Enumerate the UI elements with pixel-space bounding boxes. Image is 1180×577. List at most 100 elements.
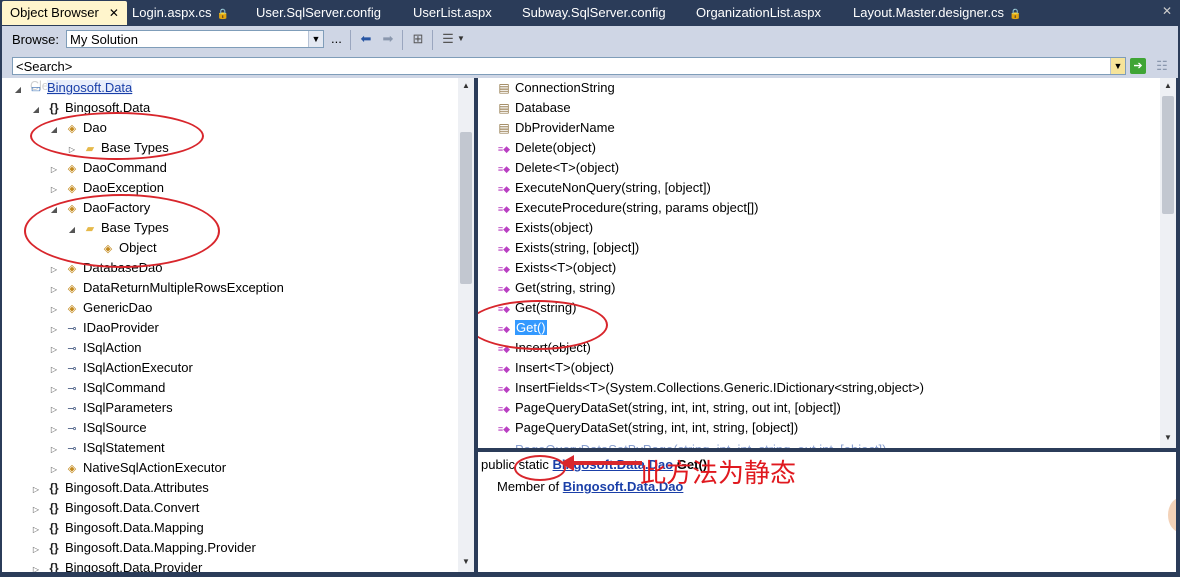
member-item[interactable]: ≡◆ InsertFields<T>(System.Collections.Gen…	[496, 378, 924, 398]
tree-item[interactable]: ▷ ⊸ ISqlSource	[48, 418, 147, 438]
member-item-label: ExecuteProcedure(string, params object[]…	[515, 200, 759, 215]
member-item[interactable]: ≡◆ PageQueryDataSet(string, int, int, str…	[496, 418, 798, 438]
search-go-icon[interactable]: ➔	[1130, 58, 1146, 74]
property-icon: ▤	[498, 121, 510, 135]
tree-item[interactable]: ▷ ⊸ IDaoProvider	[48, 318, 159, 338]
tree-item[interactable]: ▷ {} Bingosoft.Data.Mapping	[30, 518, 204, 538]
member-item[interactable]: ≡◆ ExecuteNonQuery(string, [object])	[496, 178, 711, 198]
tree-item[interactable]: ▷ ⊸ ISqlStatement	[48, 438, 165, 458]
tree-item-label: ISqlAction	[83, 340, 142, 355]
collapsed-triangle-icon[interactable]: ▷	[30, 560, 42, 572]
toolbar-separator	[402, 30, 403, 50]
chevron-down-icon[interactable]: ▼	[456, 31, 466, 47]
search-bar: <Search> ▼ ➔ ☷	[2, 54, 1178, 78]
member-item[interactable]: ≡◆ ExecuteProcedure(string, params object…	[496, 198, 759, 218]
method-icon: ≡◆	[497, 424, 511, 434]
tree-item[interactable]: ▷ ◈ DataReturnMultipleRowsException	[48, 278, 284, 298]
collapsed-triangle-icon[interactable]: ▷	[30, 480, 42, 500]
scrollbar-thumb[interactable]	[460, 132, 472, 284]
tree-scrollbar[interactable]: ▲ ▼	[458, 78, 474, 572]
namespace-icon: {}	[49, 561, 59, 572]
member-item-label: Delete(object)	[515, 140, 596, 155]
tree-item[interactable]: ▷ ◈ GenericDao	[48, 298, 152, 318]
tree-item[interactable]: ▷ {} Bingosoft.Data.Provider	[30, 558, 202, 572]
tree-item[interactable]: ▷ ◈ NativeSqlActionExecutor	[48, 458, 226, 478]
tree-item-label: DataReturnMultipleRowsException	[83, 280, 284, 295]
collapsed-triangle-icon[interactable]: ▷	[48, 320, 60, 340]
member-item-label: ConnectionString	[515, 80, 615, 95]
tree-item[interactable]: ▷ ⊸ ISqlCommand	[48, 378, 165, 398]
member-item[interactable]: ≡◆ Get(string, string)	[496, 278, 616, 298]
method-icon: ≡◆	[497, 364, 511, 374]
forward-arrow-icon[interactable]: ➡	[380, 31, 396, 47]
member-item[interactable]: ▤ Database	[496, 98, 570, 118]
collapsed-triangle-icon[interactable]: ▷	[48, 420, 60, 440]
collapsed-triangle-icon[interactable]: ▷	[48, 280, 60, 300]
back-arrow-icon[interactable]: ⬅	[358, 31, 374, 47]
scroll-up-icon[interactable]: ▲	[458, 78, 474, 94]
member-item[interactable]: ≡◆ PageQueryDataSet(string, int, int, str…	[496, 398, 841, 418]
namespace-icon: {}	[49, 501, 59, 515]
collapsed-triangle-icon[interactable]: ▷	[48, 260, 60, 280]
browse-ellipsis-button[interactable]: ...	[331, 31, 342, 46]
collapsed-triangle-icon[interactable]: ▷	[48, 400, 60, 420]
add-reference-icon[interactable]: ⊞	[410, 31, 426, 47]
collapsed-triangle-icon[interactable]: ▷	[48, 460, 60, 480]
search-input[interactable]: <Search> ▼	[12, 57, 1126, 75]
expanded-triangle-icon[interactable]: ◢	[30, 100, 42, 120]
chevron-down-icon[interactable]: ▼	[1110, 58, 1125, 74]
chevron-down-icon[interactable]: ▼	[308, 31, 323, 47]
member-item[interactable]: ≡◆ Exists(string, [object])	[496, 238, 639, 258]
collapsed-triangle-icon[interactable]: ▷	[48, 380, 60, 400]
tree-item[interactable]: ▷ ⊸ ISqlActionExecutor	[48, 358, 193, 378]
tree-item[interactable]: ▷ ⊸ ISqlParameters	[48, 398, 173, 418]
close-document-icon[interactable]: ✕	[1160, 4, 1174, 18]
browse-scope-dropdown[interactable]: My Solution ▼	[66, 30, 324, 48]
collapsed-triangle-icon[interactable]: ▷	[48, 440, 60, 460]
member-item[interactable]: ≡◆ Delete<T>(object)	[496, 158, 619, 178]
tab-organizationlist-aspx[interactable]: OrganizationList.aspx	[688, 2, 829, 24]
member-item[interactable]: ≡◆ Exists<T>(object)	[496, 258, 616, 278]
tree-item-label: IDaoProvider	[83, 320, 159, 335]
tree-item[interactable]: ▷ {} Bingosoft.Data.Convert	[30, 498, 199, 518]
method-icon: ≡◆	[497, 224, 511, 234]
tab-layout-master-designer-cs[interactable]: Layout.Master.designer.cs 🔒	[845, 2, 1029, 24]
tree-item[interactable]: ▷ ⊸ ISqlAction	[48, 338, 142, 358]
member-item[interactable]: ≡◆PageQueryDataSetByPage(string, int, in…	[496, 440, 887, 448]
member-item[interactable]: ≡◆ Insert<T>(object)	[496, 358, 614, 378]
member-item[interactable]: ▤ DbProviderName	[496, 118, 614, 138]
collapsed-triangle-icon[interactable]: ▷	[48, 360, 60, 380]
collapsed-triangle-icon[interactable]: ▷	[30, 520, 42, 540]
interface-icon: ⊸	[67, 403, 77, 415]
close-icon[interactable]: ✕	[109, 6, 119, 20]
member-item[interactable]: ≡◆ Delete(object)	[496, 138, 596, 158]
collapsed-triangle-icon[interactable]: ▷	[48, 160, 60, 180]
member-item[interactable]: ≡◆ Exists(object)	[496, 218, 593, 238]
tab-userlist-aspx[interactable]: UserList.aspx	[405, 2, 500, 24]
collapsed-triangle-icon[interactable]: ▷	[30, 500, 42, 520]
tree-item[interactable]: ▷ {} Bingosoft.Data.Mapping.Provider	[30, 538, 256, 558]
scroll-down-icon[interactable]: ▼	[1160, 430, 1176, 446]
expanded-triangle-icon[interactable]: ◢	[12, 80, 24, 100]
members-scrollbar[interactable]: ▲ ▼	[1160, 78, 1176, 448]
tab-user-sqlserver-config[interactable]: User.SqlServer.config	[248, 2, 389, 24]
scroll-up-icon[interactable]: ▲	[1160, 78, 1176, 94]
method-icon: ≡◆	[497, 264, 511, 274]
clear-search-icon[interactable]: ☷	[1154, 58, 1170, 74]
collapsed-triangle-icon[interactable]: ▷	[48, 340, 60, 360]
tab-object-browser[interactable]: Object Browser ✕	[2, 1, 127, 25]
scrollbar-thumb[interactable]	[1162, 96, 1174, 214]
tree-item[interactable]: ▷ ◈ DaoCommand	[48, 158, 167, 178]
interface-icon: ⊸	[67, 443, 77, 455]
collapsed-triangle-icon[interactable]: ▷	[48, 300, 60, 320]
scroll-down-icon[interactable]: ▼	[458, 554, 474, 570]
tab-subway-sqlserver-config[interactable]: Subway.SqlServer.config	[514, 2, 674, 24]
class-icon: ◈	[67, 303, 77, 315]
member-item[interactable]: ▤ ConnectionString	[496, 78, 615, 98]
tree-item[interactable]: ◢ ▭ Bingosoft.Data	[12, 78, 133, 100]
tree-item[interactable]: ▷ {} Bingosoft.Data.Attributes	[30, 478, 209, 498]
settings-menu-icon[interactable]: ☰	[440, 31, 456, 47]
collapsed-triangle-icon[interactable]: ▷	[48, 180, 60, 200]
tab-login-aspx-cs[interactable]: Login.aspx.cs 🔒	[124, 2, 237, 24]
collapsed-triangle-icon[interactable]: ▷	[30, 540, 42, 560]
